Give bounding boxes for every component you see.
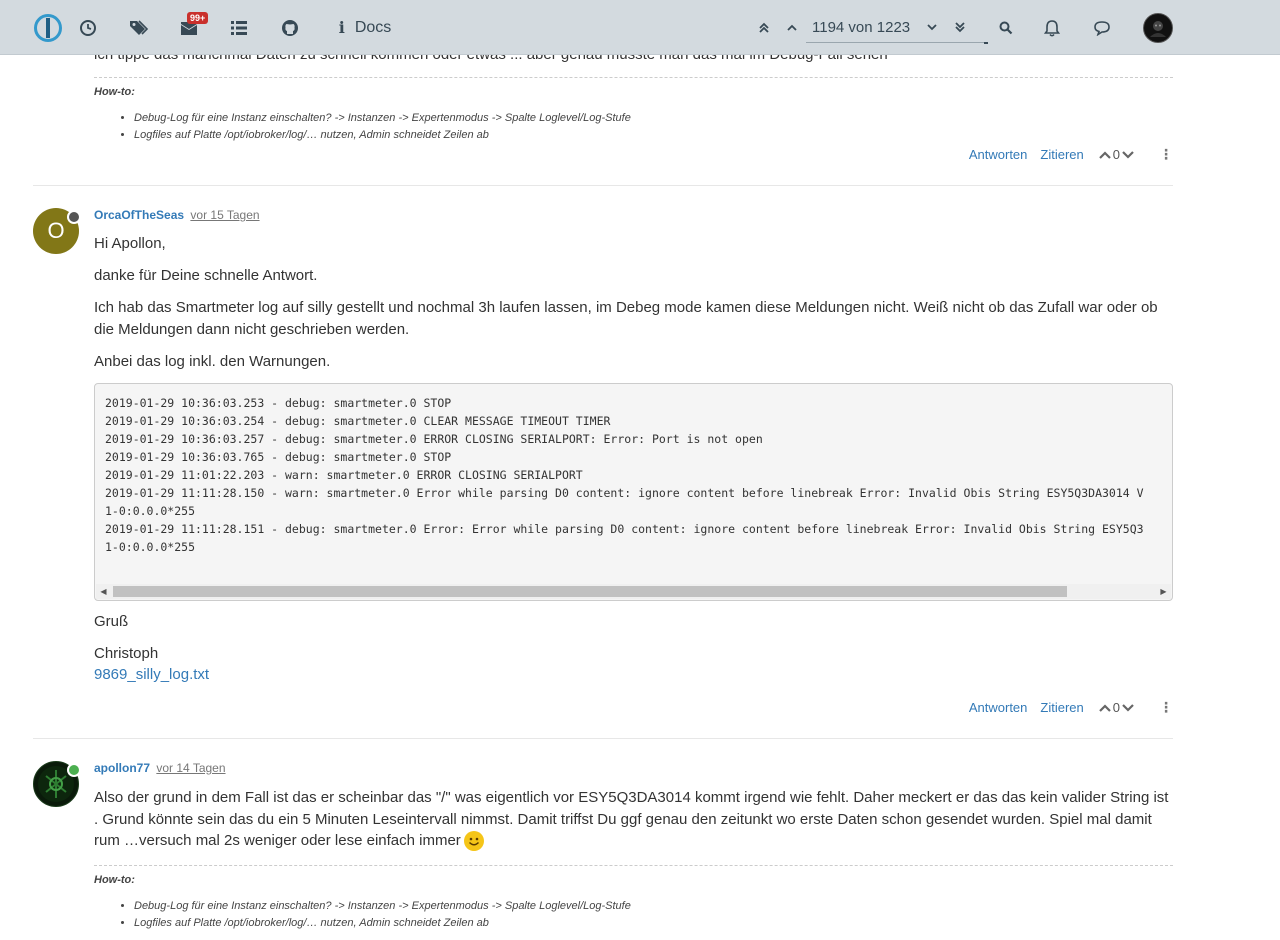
scroll-left-icon[interactable]: ◀ bbox=[96, 584, 111, 599]
more-options-icon[interactable]: ⋮ bbox=[1159, 699, 1173, 716]
search-icon[interactable] bbox=[996, 0, 1016, 55]
post-body: Also der grund in dem Fall ist das er sc… bbox=[94, 787, 1174, 852]
post-timestamp[interactable]: vor 14 Tagen bbox=[156, 761, 225, 775]
post-paragraph: Anbei das log inkl. den Warnungen. bbox=[94, 353, 331, 370]
post-greeting: Gruß bbox=[94, 613, 129, 630]
post-paragraph: Hi Apollon, bbox=[94, 235, 166, 252]
unread-inbox-icon[interactable] bbox=[179, 0, 199, 55]
vote-controls: 0 bbox=[1098, 700, 1135, 715]
tags-icon[interactable] bbox=[129, 0, 149, 55]
docs-link[interactable]: i Docs bbox=[335, 0, 395, 55]
github-icon[interactable] bbox=[280, 0, 300, 55]
post-actions: Antworten Zitieren 0 ⋮ bbox=[956, 146, 1173, 163]
code-block[interactable]: 2019-01-29 10:36:03.253 - debug: smartme… bbox=[94, 383, 1173, 601]
quote-button[interactable]: Zitieren bbox=[1040, 147, 1083, 162]
signature-divider bbox=[94, 865, 1173, 866]
status-indicator bbox=[67, 763, 81, 777]
upvote-icon[interactable] bbox=[1098, 703, 1112, 713]
status-indicator bbox=[67, 210, 81, 224]
howto-item: Logfiles auf Platte /opt/iobroker/log/… … bbox=[134, 915, 631, 932]
vote-count: 0 bbox=[1112, 147, 1120, 162]
topic-content: ich tippe das manchmal Daten zu schnell … bbox=[0, 0, 1280, 940]
post-paragraph: danke für Deine schnelle Antwort. bbox=[94, 267, 318, 284]
post-author-line: apollon77 vor 14 Tagen bbox=[94, 761, 226, 775]
avatar-letter: O bbox=[47, 218, 65, 243]
post-paragraph: Ich hab das Smartmeter log auf silly ges… bbox=[94, 299, 1158, 338]
post-pagination: 1194 von 1223 bbox=[750, 0, 989, 55]
top-navbar: 99+ i Docs 1194 von 1223 bbox=[0, 0, 1280, 55]
post-text: Also der grund in dem Fall ist das er sc… bbox=[94, 789, 1169, 849]
info-icon: i bbox=[338, 18, 345, 37]
more-options-icon[interactable]: ⋮ bbox=[1159, 146, 1173, 163]
iobroker-logo-icon[interactable] bbox=[33, 0, 63, 55]
downvote-icon[interactable] bbox=[1121, 703, 1135, 713]
smiley-emoji-icon bbox=[463, 831, 484, 852]
quote-button[interactable]: Zitieren bbox=[1040, 700, 1083, 715]
author-name[interactable]: apollon77 bbox=[94, 761, 150, 775]
reply-button[interactable]: Antworten bbox=[969, 147, 1028, 162]
prev-post-up-icon[interactable] bbox=[778, 13, 806, 43]
howto-list: Debug-Log für eine Instanz einschalten? … bbox=[118, 110, 631, 144]
chat-icon[interactable] bbox=[1092, 0, 1112, 55]
howto-label: How-to: bbox=[94, 874, 135, 886]
pagination-counter[interactable]: 1194 von 1223 bbox=[806, 12, 989, 44]
code-content: 2019-01-29 10:36:03.253 - debug: smartme… bbox=[105, 396, 1144, 554]
unread-badge: 99+ bbox=[187, 12, 209, 24]
howto-item: Logfiles auf Platte /opt/iobroker/log/… … bbox=[134, 127, 631, 144]
attachment-link[interactable]: 9869_silly_log.txt bbox=[94, 666, 209, 683]
scroll-right-icon[interactable]: ▶ bbox=[1156, 584, 1171, 599]
user-avatar-icon bbox=[1143, 12, 1173, 43]
vote-count: 0 bbox=[1112, 700, 1120, 715]
signature-divider bbox=[94, 77, 1173, 78]
user-avatar[interactable] bbox=[1143, 0, 1173, 55]
post-timestamp[interactable]: vor 15 Tagen bbox=[190, 208, 259, 222]
howto-item: Debug-Log für eine Instanz einschalten? … bbox=[134, 898, 631, 915]
first-post-double-up-icon[interactable] bbox=[750, 13, 778, 43]
post-separator bbox=[33, 738, 1173, 739]
categories-list-icon[interactable] bbox=[229, 0, 249, 55]
horizontal-scrollbar[interactable]: ◀ ▶ bbox=[96, 584, 1171, 599]
author-name[interactable]: OrcaOfTheSeas bbox=[94, 208, 184, 222]
notifications-bell-icon[interactable] bbox=[1042, 0, 1062, 55]
howto-list: Debug-Log für eine Instanz einschalten? … bbox=[118, 898, 631, 932]
reply-button[interactable]: Antworten bbox=[969, 700, 1028, 715]
post-separator bbox=[33, 185, 1173, 186]
howto-item: Debug-Log für eine Instanz einschalten? … bbox=[134, 110, 631, 127]
pagination-text: 1194 von 1223 bbox=[812, 18, 911, 36]
post-actions: Antworten Zitieren 0 ⋮ bbox=[956, 699, 1173, 716]
upvote-icon[interactable] bbox=[1098, 150, 1112, 160]
docs-label: Docs bbox=[354, 18, 392, 36]
howto-label: How-to: bbox=[94, 86, 135, 98]
recent-clock-icon[interactable] bbox=[78, 0, 98, 55]
last-post-double-down-icon[interactable] bbox=[946, 12, 974, 42]
scrollbar-thumb[interactable] bbox=[113, 586, 1067, 597]
post-author-line: OrcaOfTheSeas vor 15 Tagen bbox=[94, 208, 260, 222]
vote-controls: 0 bbox=[1098, 147, 1135, 162]
downvote-icon[interactable] bbox=[1121, 150, 1135, 160]
post-signature: Christoph bbox=[94, 645, 159, 662]
next-post-down-icon[interactable] bbox=[918, 12, 946, 42]
